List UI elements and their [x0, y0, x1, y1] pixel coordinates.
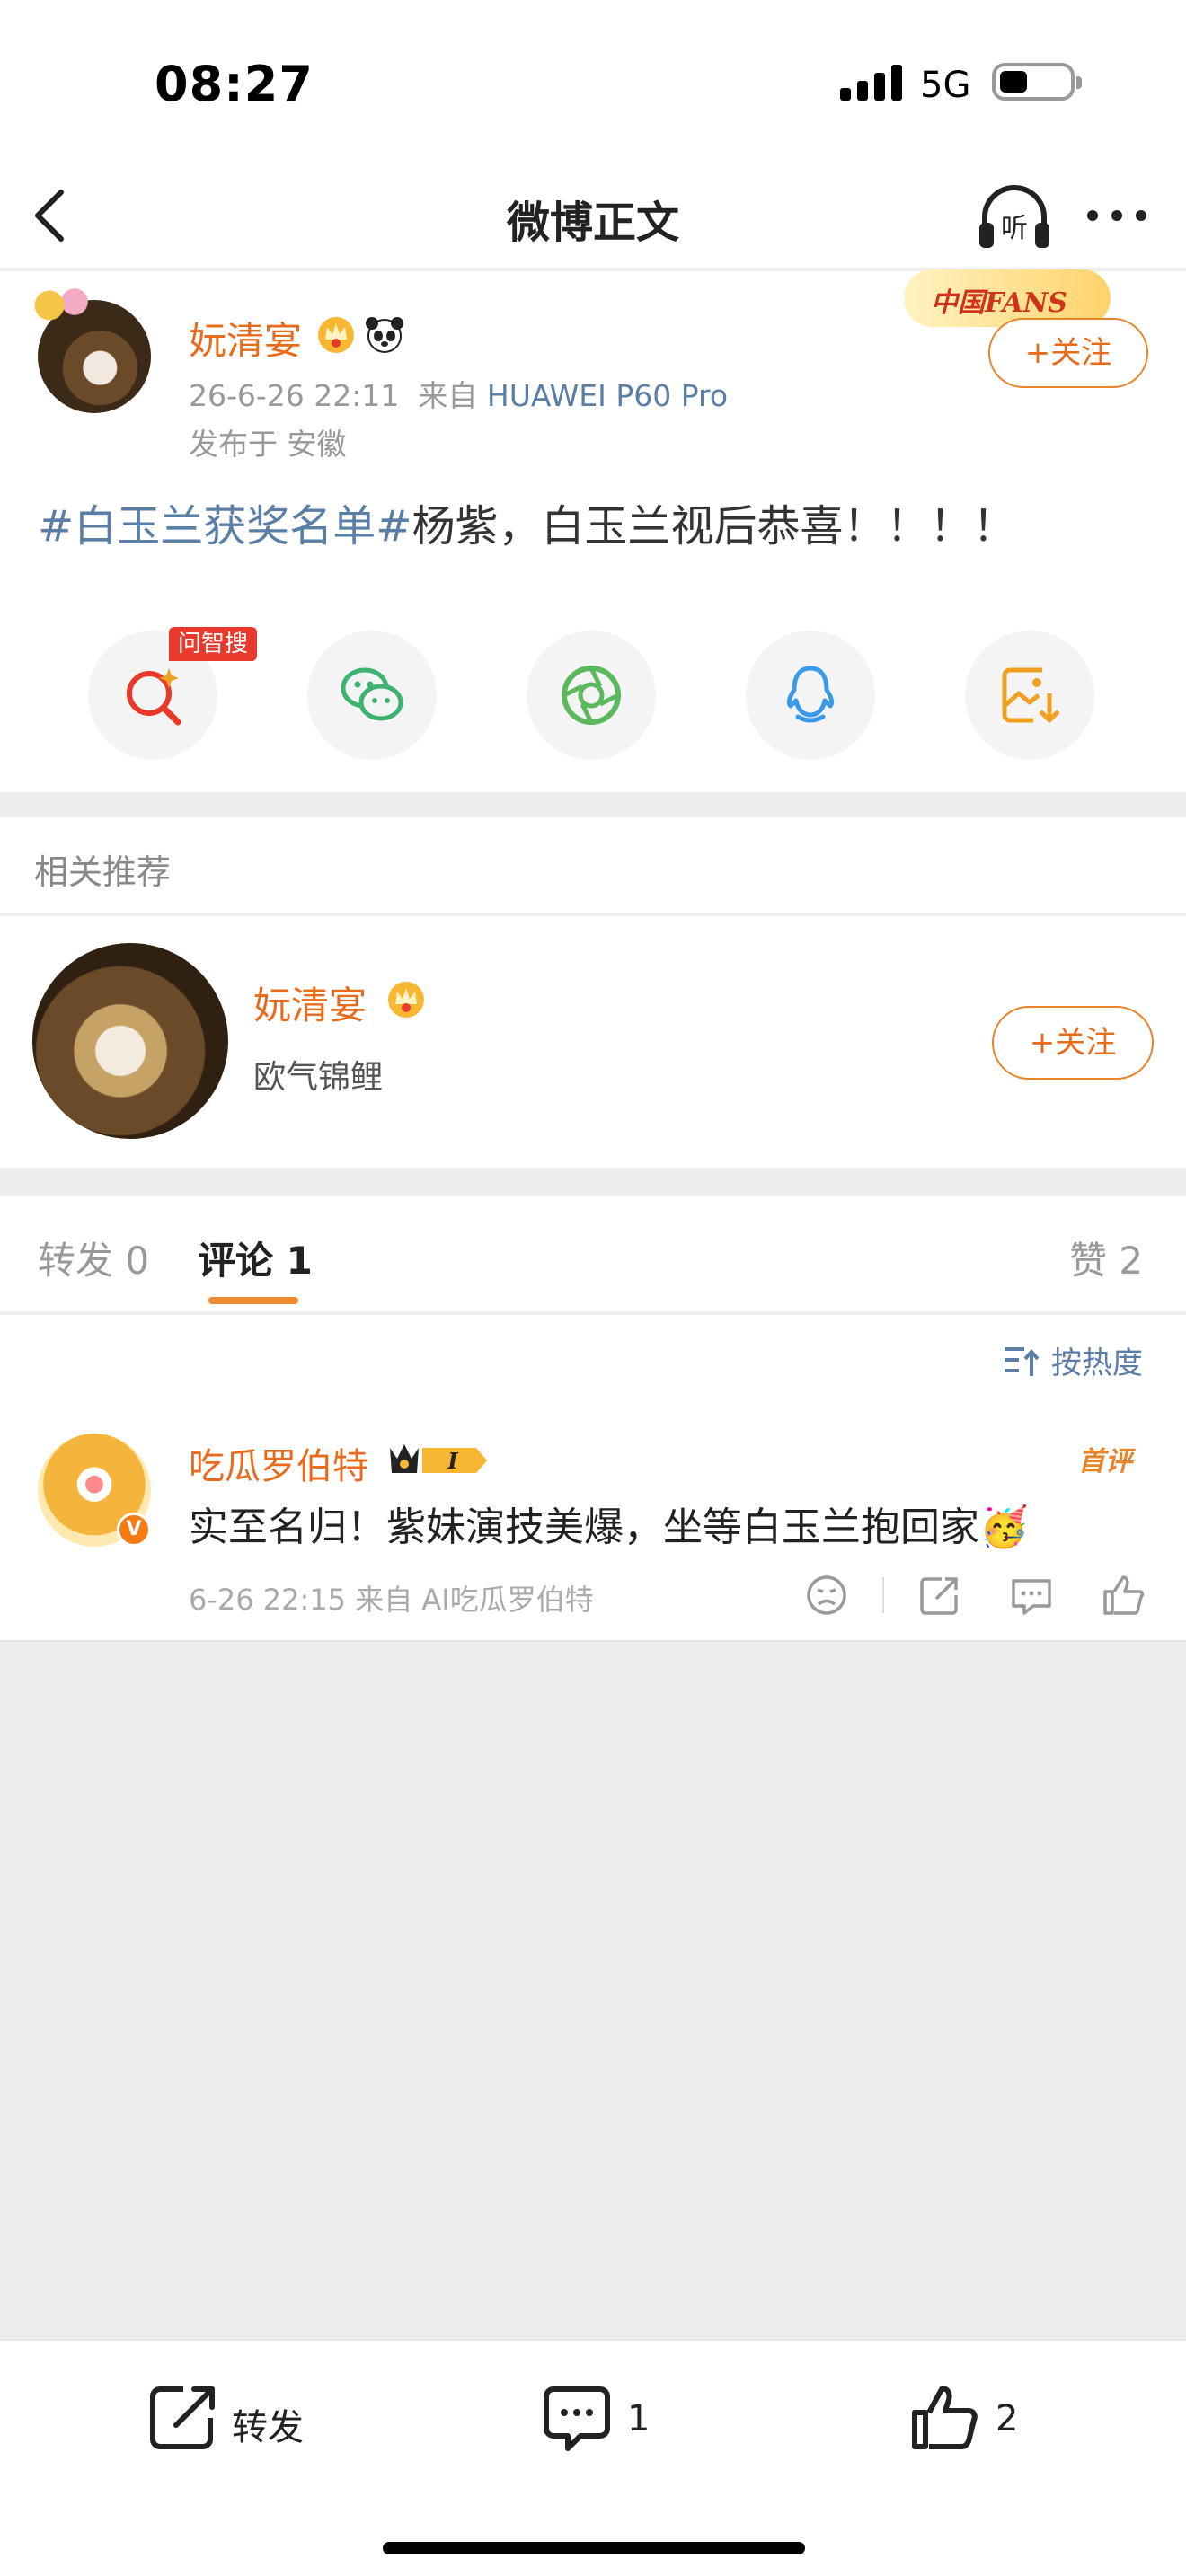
first-comment-tag: 首评	[1078, 1446, 1132, 1478]
tab-repost[interactable]: 转发 0	[38, 1231, 149, 1285]
member-level-text: I	[447, 1448, 458, 1474]
related-title: 相关推荐	[34, 852, 172, 892]
sort-button[interactable]: 按热度	[1051, 1338, 1143, 1382]
wechat-icon	[341, 667, 403, 721]
crown-badge-icon	[388, 982, 424, 1018]
comment-text: 实至名归！紫妹演技美爆，坐等白玉兰抱回家🥳	[189, 1504, 1029, 1550]
home-indicator	[383, 2542, 805, 2554]
moments-icon	[562, 666, 621, 725]
verified-badge-icon: V	[117, 1513, 151, 1547]
more-button[interactable]	[1084, 189, 1150, 243]
post-content: #白玉兰获奖名单#杨紫，白玉兰视后恭喜！！！！	[38, 490, 1015, 553]
fans-badge-label: 中国FANS	[931, 287, 1067, 319]
related-user-name[interactable]: 妧清宴	[253, 975, 367, 1030]
related-follow-button[interactable]: +关注	[992, 1006, 1154, 1080]
repost-label: 转发	[232, 2407, 304, 2448]
member-badges	[318, 317, 403, 353]
headphones-icon: 听	[979, 185, 1049, 248]
tab-likes[interactable]: 赞 2	[1069, 1231, 1143, 1285]
crown-badge-icon	[318, 317, 354, 353]
sort-icon	[1005, 1347, 1039, 1376]
like-count: 2	[996, 2398, 1019, 2439]
detail-tabs: 转发 0 评论 1 赞 2	[0, 1196, 1186, 1313]
member-level-badge: I	[390, 1444, 487, 1474]
comment-item: V 吃瓜罗伯特 I 首评 实至名归！紫妹演技美爆，坐等白玉兰抱回家🥳 6-26 …	[0, 1405, 1186, 1642]
commenter-name[interactable]: 吃瓜罗伯特	[189, 1437, 368, 1489]
qq-icon	[786, 666, 835, 723]
post-text: 杨紫，白玉兰视后恭喜！！！！	[412, 501, 1016, 551]
panda-badge-icon	[366, 317, 403, 353]
like-button[interactable]: 2	[909, 2382, 1035, 2463]
like-icon[interactable]	[1098, 1570, 1148, 1620]
listen-button[interactable]: 听	[976, 178, 1053, 255]
post-location: 发布于 安徽	[189, 427, 347, 462]
save-image-button[interactable]	[965, 631, 1094, 760]
post-author-avatar[interactable]	[31, 287, 151, 413]
nav-bar: 微博正文 听	[0, 162, 1186, 269]
search-ai-icon	[127, 668, 181, 726]
post-source-prefix: 来自	[418, 378, 478, 413]
share-icon[interactable]	[915, 1570, 965, 1620]
share-moments-button[interactable]	[527, 631, 656, 760]
tab-comment[interactable]: 评论 1	[198, 1231, 313, 1285]
post-author-name[interactable]: 妧清宴	[189, 311, 302, 366]
post-topic-link[interactable]: #白玉兰获奖名单#	[38, 501, 412, 551]
reply-comment-icon[interactable]	[1006, 1570, 1057, 1620]
status-bar: 08:27 5G	[0, 0, 1186, 162]
repost-icon	[150, 2386, 215, 2449]
comment-meta: 6-26 22:15 来自 AI吃瓜罗伯特	[189, 1583, 594, 1617]
network-type: 5G	[920, 65, 971, 106]
dislike-face-icon[interactable]	[801, 1570, 852, 1620]
comment-count: 1	[627, 2398, 651, 2439]
comment-icon	[544, 2386, 610, 2451]
more-dots-icon	[1087, 210, 1146, 221]
svg-text:听: 听	[1001, 213, 1028, 244]
action-divider	[882, 1577, 884, 1613]
related-user-desc: 欧气锦鲤	[253, 1059, 384, 1096]
post-card: 妧清宴 26-6-26 22:11 来自 HUAWEI P60 Pro 发布于 …	[0, 269, 1186, 792]
repost-button[interactable]: 转发	[147, 2382, 327, 2463]
post-meta: 26-6-26 22:11 来自 HUAWEI P60 Pro	[189, 372, 728, 415]
share-qq-button[interactable]	[746, 631, 875, 760]
comment-button[interactable]: 1	[541, 2382, 667, 2463]
sort-bar: 按热度	[0, 1315, 1186, 1405]
share-wechat-button[interactable]	[307, 631, 437, 760]
signal-icon	[840, 65, 902, 101]
battery-icon	[992, 63, 1082, 101]
status-time: 08:27	[155, 56, 314, 112]
follow-button[interactable]: +关注	[988, 318, 1148, 388]
related-user-card[interactable]: 妧清宴 欧气锦鲤 +关注	[0, 916, 1186, 1168]
post-date: 26-6-26 22:11	[189, 378, 400, 413]
related-user-avatar[interactable]	[32, 943, 228, 1139]
tab-active-indicator	[208, 1297, 298, 1304]
save-image-icon	[1002, 667, 1060, 723]
thumbs-up-icon	[912, 2386, 978, 2449]
related-header: 相关推荐	[0, 817, 1186, 914]
ai-search-tag: 问智搜	[169, 627, 258, 661]
post-device[interactable]: HUAWEI P60 Pro	[487, 378, 728, 413]
bottom-toolbar: 转发 1 2	[0, 2339, 1186, 2576]
